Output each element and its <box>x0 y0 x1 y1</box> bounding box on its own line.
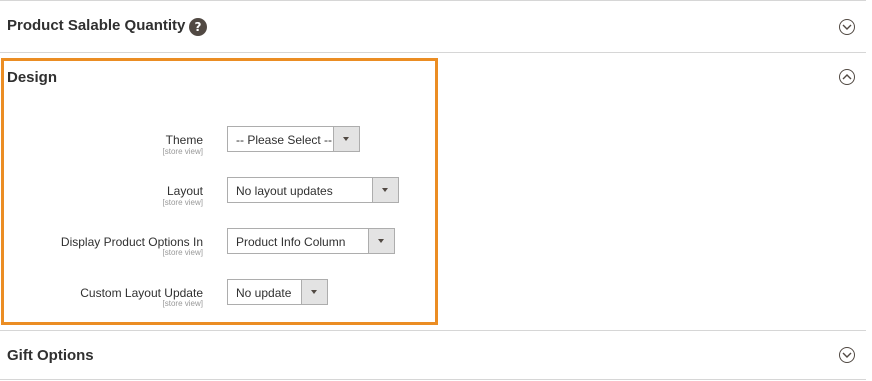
select-value: Product Info Column <box>236 235 346 249</box>
field-label: Layout <box>166 184 203 198</box>
chevron-down-icon <box>311 290 317 294</box>
field-scope: [store view] <box>162 147 203 156</box>
select-value: No update <box>236 286 292 300</box>
chevron-up-circle-icon[interactable] <box>839 69 855 85</box>
chevron-down-icon <box>378 239 384 243</box>
select-button[interactable] <box>372 178 398 202</box>
divider <box>0 379 866 380</box>
field-scope: [store view] <box>162 248 203 257</box>
custom-layout-select[interactable]: No update <box>227 279 328 305</box>
section-title: Gift Options <box>7 347 94 364</box>
select-button[interactable] <box>301 280 327 304</box>
section-title: Product Salable Quantity <box>7 17 186 34</box>
chevron-down-circle-icon[interactable] <box>839 347 855 363</box>
field-scope: [store view] <box>162 198 203 207</box>
select-value: No layout updates <box>236 184 333 198</box>
divider <box>0 52 866 53</box>
select-value: -- Please Select -- <box>236 133 333 147</box>
select-button[interactable] <box>333 127 359 151</box>
chevron-down-icon <box>382 188 388 192</box>
field-scope: [store view] <box>162 299 203 308</box>
divider <box>0 0 866 1</box>
section-title: Design <box>7 69 58 86</box>
chevron-down-icon <box>343 137 349 141</box>
field-label: Theme <box>165 133 203 147</box>
field-label: Custom Layout Update <box>80 286 203 300</box>
select-button[interactable] <box>368 229 394 253</box>
field-label: Display Product Options In <box>60 235 203 249</box>
chevron-down-circle-icon[interactable] <box>839 19 855 35</box>
layout-select[interactable]: No layout updates <box>227 177 399 203</box>
display-options-select[interactable]: Product Info Column <box>227 228 395 254</box>
divider <box>0 330 866 331</box>
help-icon[interactable]: ? <box>189 18 207 36</box>
theme-select[interactable]: -- Please Select -- <box>227 126 360 152</box>
